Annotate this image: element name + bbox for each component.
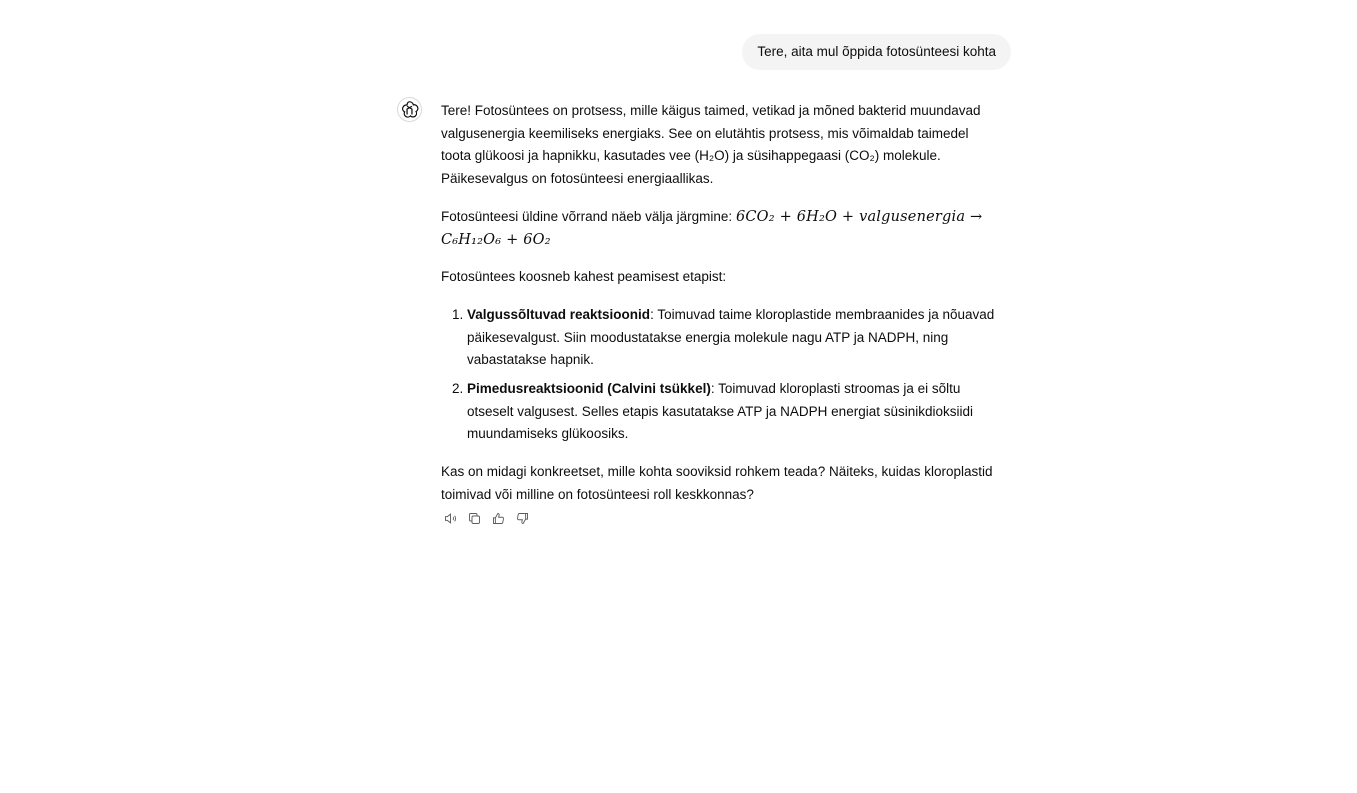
read-aloud-icon (444, 512, 456, 524)
thumbs-up-button[interactable] (489, 509, 507, 527)
intro-paragraph: Tere! Fotosüntees on protsess, mille käi… (441, 103, 981, 187)
stage-title: Valgussõltuvad reaktsioonid (467, 306, 651, 322)
list-item: Valgussõltuvad reaktsioonid: Toimuvad ta… (467, 304, 1001, 372)
closing-paragraph: Kas on midagi konkreetset, mille kohta s… (441, 464, 993, 502)
user-message-bubble: Tere, aita mul õppida fotosünteesi kohta (742, 34, 1011, 70)
thumbs-down-icon (516, 512, 528, 524)
chat-page: Tere, aita mul õppida fotosünteesi kohta… (0, 0, 1357, 793)
equation-rhs: C₆H₁₂O₆ + 6O₂ (441, 231, 551, 248)
gpt-logo-icon (402, 101, 419, 118)
stages-intro: Fotosüntees koosneb kahest peamisest eta… (441, 269, 727, 285)
read-aloud-button[interactable] (441, 509, 459, 527)
assistant-avatar (397, 97, 422, 122)
stages-list: Valgussõltuvad reaktsioonid: Toimuvad ta… (441, 304, 1001, 446)
copy-icon (468, 512, 480, 524)
copy-button[interactable] (465, 509, 483, 527)
thumbs-up-icon (492, 512, 504, 524)
equation-intro: Fotosünteesi üldine võrrand näeb välja j… (441, 208, 736, 224)
equation-paragraph: Fotosünteesi üldine võrrand näeb välja j… (441, 206, 1001, 251)
thumbs-down-button[interactable] (513, 509, 531, 527)
stage-title: Pimedusreaktsioonid (Calvini tsükkel) (467, 381, 711, 397)
list-item: Pimedusreaktsioonid (Calvini tsükkel): T… (467, 378, 1001, 446)
assistant-message: Tere! Fotosüntees on protsess, mille käi… (441, 100, 1001, 522)
message-actions (441, 509, 531, 527)
equation-lhs: 6CO₂ + 6H₂O + valgusenergia → (735, 208, 983, 225)
